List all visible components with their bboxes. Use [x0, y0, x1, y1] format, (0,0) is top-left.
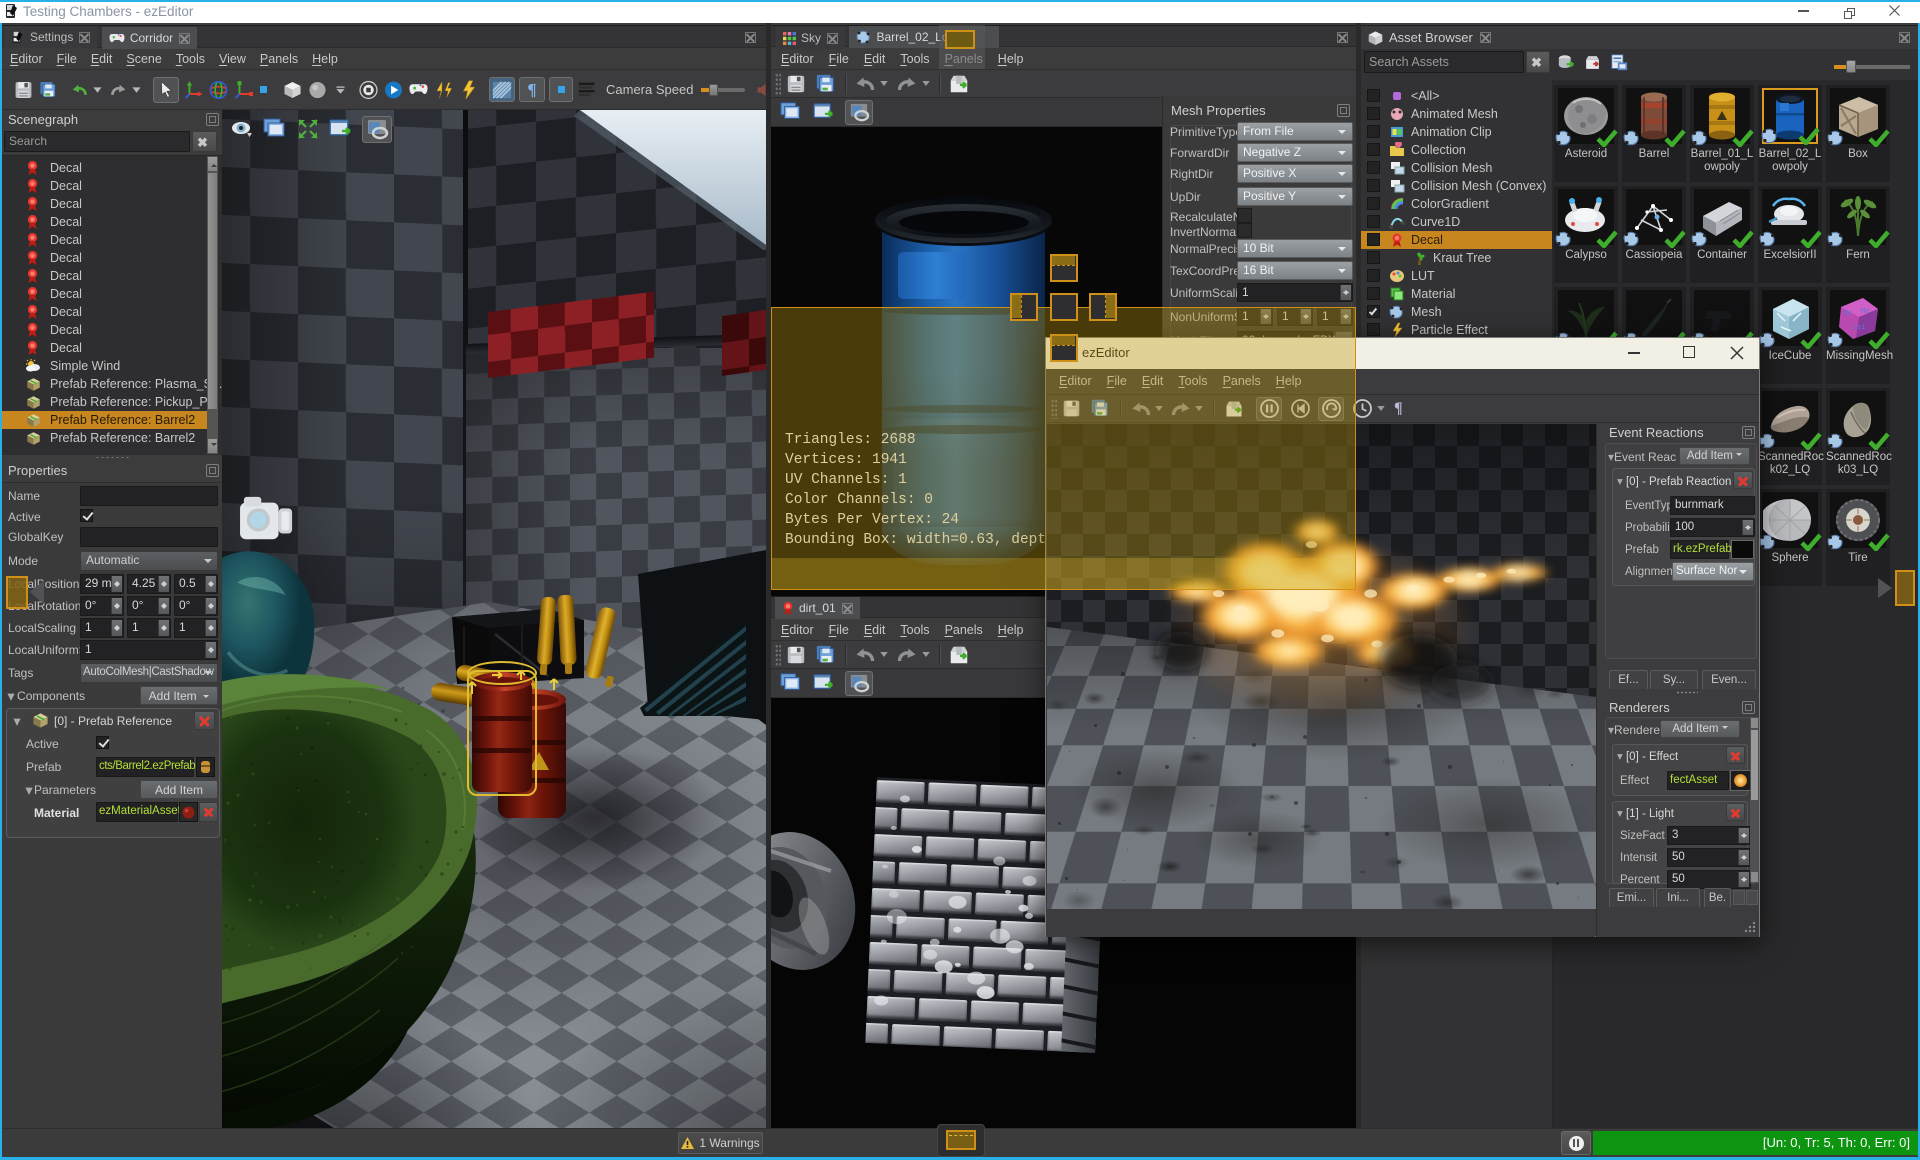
svg-text:Me: Me: [1861, 307, 1869, 315]
svg-text:ssi: ssi: [1853, 323, 1866, 331]
svg-text:Mi: Mi: [1844, 309, 1852, 317]
